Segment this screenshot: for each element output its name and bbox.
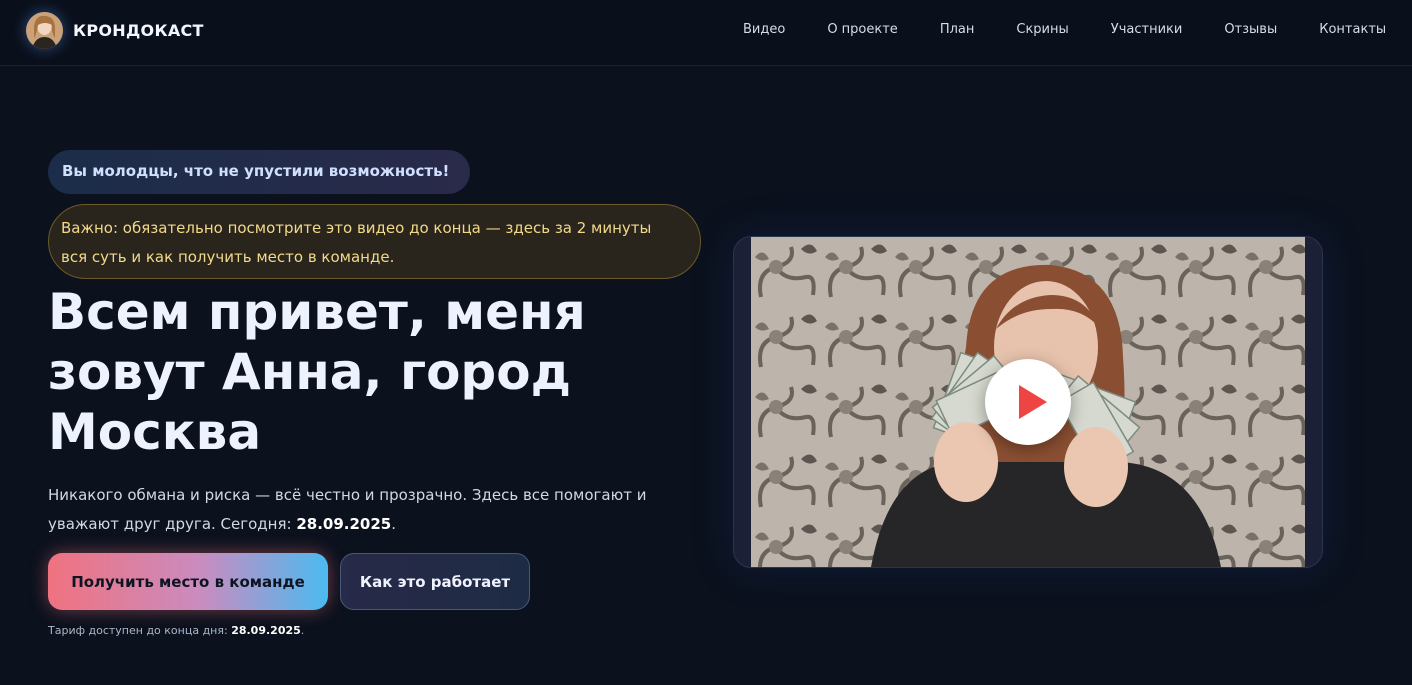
nav-item-about[interactable]: О проекте [827,22,898,37]
brand-name: КРОНДОКАСТ [73,21,204,40]
nav-item-screens[interactable]: Скрины [1016,22,1068,37]
play-icon [1019,385,1047,419]
how-it-works-button[interactable]: Как это работает [340,553,530,610]
nav-item-contacts[interactable]: Контакты [1319,22,1386,37]
tariff-end: . [300,624,305,637]
hero-badge: Вы молодцы, что не упустили возможность! [48,150,470,194]
nav-item-participants[interactable]: Участники [1111,22,1183,37]
hero-subtitle-end: . [391,515,397,533]
avatar [26,12,63,49]
hero-title: Всем привет, меня зовут Анна, город Моск… [48,283,586,461]
site-header: КРОНДОКАСТ Видео О проекте План Скрины У… [0,0,1412,66]
nav-item-reviews[interactable]: Отзывы [1224,22,1277,37]
nav-item-video[interactable]: Видео [743,22,785,37]
brand[interactable]: КРОНДОКАСТ [26,12,204,49]
play-button[interactable] [985,359,1071,445]
tariff-text: Тариф доступен до конца дня: [48,624,232,637]
hero-subtitle: Никакого обмана и риска — всё честно и п… [48,481,688,539]
hero-subtitle-date: 28.09.2025 [296,515,392,533]
nav-item-plan[interactable]: План [940,22,975,37]
main-nav: Видео О проекте План Скрины Участники От… [743,22,1412,37]
get-place-button[interactable]: Получить место в команде [48,553,328,610]
important-notice: Важно: обязательно посмотрите это видео … [48,204,701,279]
tariff-note: Тариф доступен до конца дня: 28.09.2025. [48,624,304,637]
tariff-date: 28.09.2025 [231,624,301,637]
